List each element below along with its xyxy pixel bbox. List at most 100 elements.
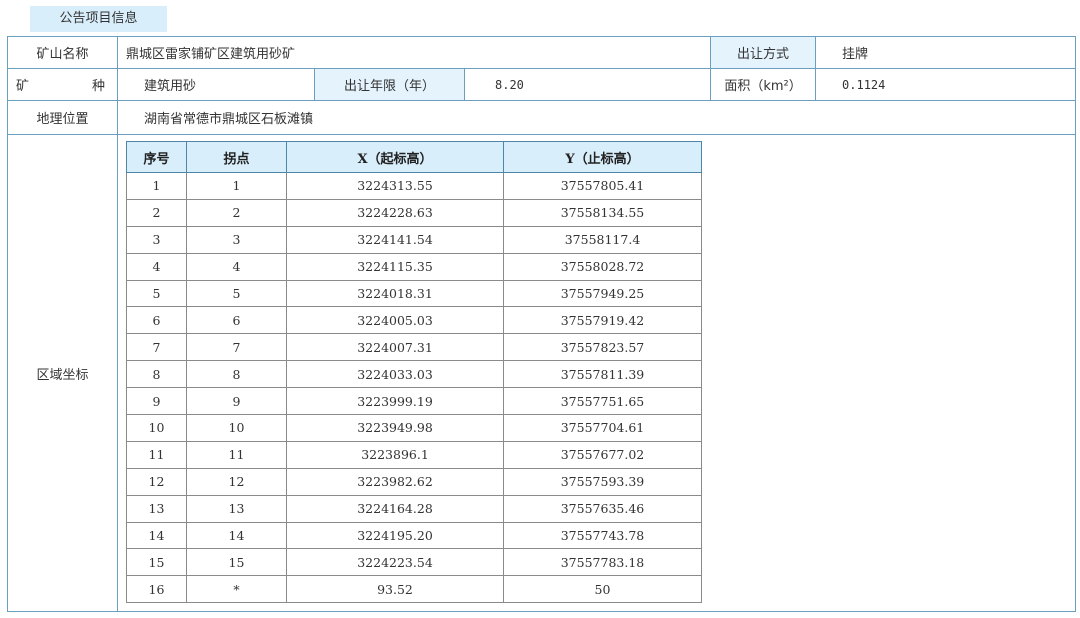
row-y-cell: 37557919.42: [503, 306, 702, 335]
row-point-cell: 10: [186, 414, 287, 442]
transfer-method-label: 出让方式: [710, 36, 817, 69]
coordinate-rows: 1 1 3224313.55 37557805.41 2 2 3224228.63 37558…: [126, 172, 702, 604]
row-point-cell: 3: [186, 225, 287, 254]
row-y-cell: 37557751.65: [503, 387, 702, 416]
coordinate-table: 序号 拐点 X（起标高） Y（止标高） 1 1 3224313.55 37557805…: [126, 141, 702, 604]
table-row: 16 * 93.52 50: [126, 575, 702, 604]
row-location: 地理位置 湖南省常德市鼎城区石板滩镇: [7, 100, 1077, 135]
table-row: 9 9 3223999.19 37557751.65: [126, 387, 702, 416]
row-point-cell: 2: [186, 198, 287, 227]
transfer-method-value: 挂牌: [815, 36, 1077, 69]
location-label: 地理位置: [7, 100, 118, 135]
row-seq-cell: 8: [126, 360, 187, 389]
table-row: 8 8 3224033.03 37557811.39: [126, 360, 702, 389]
transfer-period-value: 8.20: [463, 68, 712, 101]
table-row: 7 7 3224007.31 37557823.57: [126, 333, 702, 362]
mineral-type-label-left: 矿: [16, 79, 30, 94]
row-seq-cell: 3: [126, 225, 187, 254]
row-seq-cell: 1: [126, 172, 187, 200]
row-y-cell: 37557677.02: [503, 440, 702, 469]
location-value: 湖南省常德市鼎城区石板滩镇: [116, 100, 1077, 135]
row-point-cell: 6: [186, 306, 287, 335]
row-seq-cell: 9: [126, 387, 187, 416]
row-seq-cell: 10: [126, 414, 187, 442]
row-y-cell: 37557704.61: [503, 414, 702, 442]
row-seq-cell: 5: [126, 279, 187, 308]
row-seq-cell: 7: [126, 333, 187, 362]
header-point: 拐点: [186, 141, 287, 173]
area-value: 0.1124: [815, 68, 1077, 101]
row-y-cell: 37557743.78: [503, 521, 702, 550]
row-point-cell: 1: [186, 172, 287, 200]
header-seq: 序号: [126, 141, 187, 173]
row-mineral-type: 矿 种 建筑用砂 出让年限（年） 8.20 面积（km²） 0.1124: [7, 68, 1077, 101]
row-point-cell: 8: [186, 360, 287, 389]
table-row: 12 12 3223982.62 37557593.39: [126, 467, 702, 496]
row-x-cell: 3223982.62: [286, 467, 504, 496]
row-point-cell: 13: [186, 494, 287, 523]
row-mine-name: 矿山名称 鼎城区雷家铺矿区建筑用砂矿 出让方式 挂牌: [7, 36, 1077, 69]
row-y-cell: 37557823.57: [503, 333, 702, 362]
table-row: 10 10 3223949.98 37557704.61: [126, 414, 702, 442]
row-y-cell: 37558117.4: [503, 225, 702, 254]
mineral-type-label-right: 种: [91, 79, 105, 94]
row-point-cell: 14: [186, 521, 287, 550]
coordinate-header-row: 序号 拐点 X（起标高） Y（止标高）: [126, 141, 702, 173]
row-x-cell: 3224223.54: [286, 548, 504, 577]
row-x-cell: 3223949.98: [286, 414, 504, 442]
row-x-cell: 3223999.19: [286, 387, 504, 416]
mineral-type-value: 建筑用砂: [117, 68, 315, 101]
mine-name-label: 矿山名称: [7, 36, 118, 69]
row-y-cell: 50: [503, 575, 702, 604]
row-point-cell: 15: [186, 548, 287, 577]
project-info-table: 矿山名称 鼎城区雷家铺矿区建筑用砂矿 出让方式 挂牌 矿 种 建筑用砂 出让年限…: [7, 36, 1077, 613]
row-x-cell: 3224141.54: [286, 225, 504, 254]
mineral-type-label: 矿 种: [7, 68, 118, 101]
table-row: 1 1 3224313.55 37557805.41: [126, 172, 702, 200]
region-coords-label: 区域坐标: [7, 133, 118, 613]
region-coords-cell: 序号 拐点 X（起标高） Y（止标高） 1 1 3224313.55 37557805…: [116, 133, 1077, 613]
row-x-cell: 3224005.03: [286, 306, 504, 335]
transfer-period-label: 出让年限（年）: [314, 68, 465, 101]
row-seq-cell: 2: [126, 198, 187, 227]
header-y: Y（止标高）: [503, 141, 702, 173]
row-point-cell: *: [186, 575, 287, 604]
row-y-cell: 37557593.39: [503, 467, 702, 496]
header-x: X（起标高）: [286, 141, 504, 173]
table-row: 6 6 3224005.03 37557919.42: [126, 306, 702, 335]
row-point-cell: 4: [186, 252, 287, 281]
row-point-cell: 9: [186, 387, 287, 416]
row-x-cell: 3223896.1: [286, 440, 504, 469]
row-x-cell: 3224228.63: [286, 198, 504, 227]
table-row: 3 3 3224141.54 37558117.4: [126, 225, 702, 254]
table-row: 5 5 3224018.31 37557949.25: [126, 279, 702, 308]
row-seq-cell: 12: [126, 467, 187, 496]
row-x-cell: 3224195.20: [286, 521, 504, 550]
row-region-coords: 区域坐标 序号 拐点 X（起标高） Y（止标高） 1 1 3224313.55 …: [7, 133, 1077, 613]
row-seq-cell: 14: [126, 521, 187, 550]
row-point-cell: 12: [186, 467, 287, 496]
row-x-cell: 3224164.28: [286, 494, 504, 523]
area-label: 面积（km²）: [710, 68, 817, 101]
row-point-cell: 5: [186, 279, 287, 308]
row-x-cell: 93.52: [286, 575, 504, 604]
row-x-cell: 3224115.35: [286, 252, 504, 281]
row-seq-cell: 11: [126, 440, 187, 469]
row-seq-cell: 6: [126, 306, 187, 335]
row-seq-cell: 16: [126, 575, 187, 604]
row-seq-cell: 15: [126, 548, 187, 577]
row-x-cell: 3224018.31: [286, 279, 504, 308]
row-seq-cell: 4: [126, 252, 187, 281]
table-row: 13 13 3224164.28 37557635.46: [126, 494, 702, 523]
row-x-cell: 3224313.55: [286, 172, 504, 200]
table-row: 4 4 3224115.35 37558028.72: [126, 252, 702, 281]
row-y-cell: 37558134.55: [503, 198, 702, 227]
mine-name-value: 鼎城区雷家铺矿区建筑用砂矿: [116, 36, 712, 69]
table-row: 11 11 3223896.1 37557677.02: [126, 440, 702, 469]
row-y-cell: 37557949.25: [503, 279, 702, 308]
row-y-cell: 37558028.72: [503, 252, 702, 281]
row-y-cell: 37557805.41: [503, 172, 702, 200]
table-row: 14 14 3224195.20 37557743.78: [126, 521, 702, 550]
row-point-cell: 11: [186, 440, 287, 469]
section-title-tab: 公告项目信息: [30, 6, 167, 32]
